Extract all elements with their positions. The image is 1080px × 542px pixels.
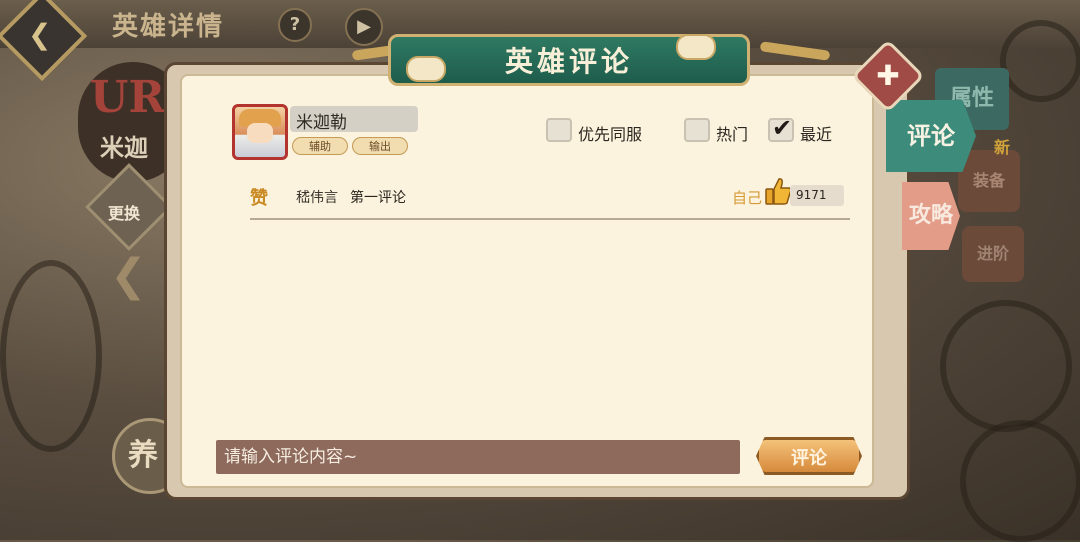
like-count: 9171: [796, 188, 827, 202]
comment-divider: [250, 218, 850, 220]
train-label: 养: [128, 438, 158, 473]
hero-avatar: [232, 104, 288, 160]
avatar-face: [247, 123, 273, 143]
comment-text: 第一评论: [350, 190, 406, 206]
decorative-swirl: [0, 260, 102, 452]
new-badge: 新: [994, 138, 1011, 157]
decorative-swirl: [940, 300, 1072, 432]
back-arrow-icon: ❮: [28, 18, 52, 51]
decorative-swirl: [960, 420, 1080, 542]
praise-badge: 赞: [250, 188, 268, 209]
background-hero-name: 米迦: [100, 134, 148, 162]
filter-label-recent[interactable]: 最近: [800, 121, 832, 145]
checkmark-icon: ✔: [772, 114, 793, 142]
role-tag-damage: 输出: [352, 137, 408, 155]
filter-checkbox-hot[interactable]: [684, 118, 710, 142]
own-comment-label: 自己: [732, 189, 763, 207]
filter-checkbox-recent[interactable]: ✔: [768, 114, 794, 142]
close-icon[interactable]: ✚: [862, 50, 914, 102]
tab-advance[interactable]: 进阶: [962, 226, 1024, 282]
tab-comment[interactable]: 评论: [886, 100, 976, 172]
dialog-title: 英雄评论: [504, 45, 633, 78]
filter-checkbox-same-server[interactable]: [546, 118, 572, 142]
comment-username: 嵇伟言: [296, 190, 338, 206]
hero-name: 米迦勒: [296, 113, 347, 133]
help-icon[interactable]: ?: [278, 8, 312, 42]
submit-comment-label[interactable]: 评论: [756, 444, 862, 470]
swap-label: 更换: [108, 204, 141, 223]
tab-equipment[interactable]: 装备: [958, 150, 1020, 212]
thumbs-up-icon[interactable]: [764, 176, 792, 206]
rarity-badge: UR: [90, 72, 165, 123]
filter-label-same-server[interactable]: 优先同服: [578, 121, 642, 145]
play-icon[interactable]: ▶: [345, 8, 383, 46]
comment-input[interactable]: [216, 440, 740, 474]
decorative-swirl: [1000, 20, 1080, 102]
previous-hero-arrow-icon[interactable]: ❮: [110, 250, 147, 301]
filter-label-hot[interactable]: 热门: [716, 121, 748, 145]
role-tag-support: 辅助: [292, 137, 348, 155]
page-title: 英雄详情: [112, 12, 225, 42]
tab-guide[interactable]: 攻略: [902, 182, 960, 250]
